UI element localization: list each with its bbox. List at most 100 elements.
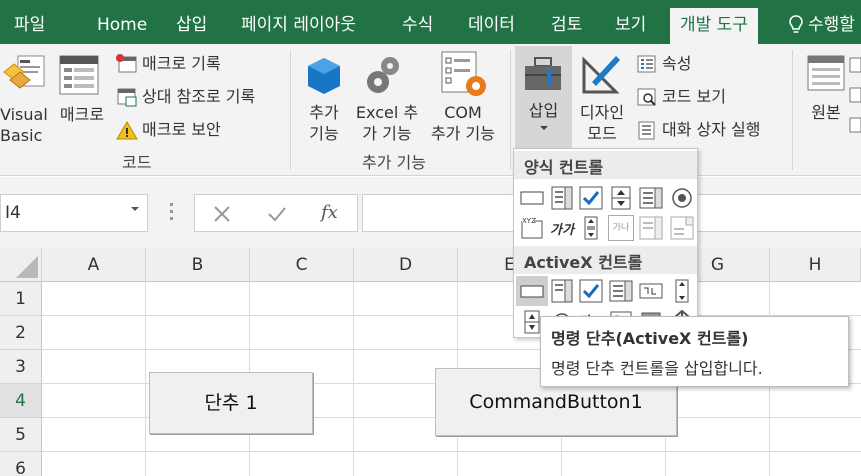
- activex-list-box-icon[interactable]: [608, 278, 634, 304]
- design-mode-label-2: 모드: [587, 124, 617, 143]
- record-macro-icon: [116, 54, 137, 73]
- relative-reference-label: 상대 참조로 기록: [142, 87, 256, 106]
- visual-basic-label-1: Visual: [0, 105, 48, 124]
- macro-security-label: 매크로 보안: [142, 120, 221, 139]
- activex-checkbox-icon[interactable]: [578, 278, 604, 304]
- xml-small-icons: [849, 57, 861, 133]
- run-dialog-icon: [638, 121, 655, 140]
- column-header-c[interactable]: C: [250, 248, 354, 282]
- view-code-label: 코드 보기: [662, 87, 726, 106]
- column-header-b[interactable]: B: [146, 248, 250, 282]
- cancel-icon[interactable]: [213, 205, 231, 223]
- row-header-6[interactable]: 6: [0, 452, 42, 476]
- form-spin-button-icon[interactable]: [608, 185, 634, 211]
- tab-developer[interactable]: 개발 도구: [670, 8, 758, 44]
- row-header-5[interactable]: 5: [0, 418, 42, 452]
- insert-controls-button[interactable]: 삽입: [515, 46, 572, 148]
- excel-add-ins-button[interactable]: Excel 추 가 기능: [354, 102, 420, 144]
- com-add-ins-button[interactable]: COM 추가 기능: [424, 102, 502, 144]
- form-label-control[interactable]: 가가: [550, 219, 574, 238]
- group-separator: [510, 50, 511, 170]
- column-header-a[interactable]: A: [42, 248, 146, 282]
- formula-bar-resize-handle[interactable]: [170, 203, 174, 223]
- form-combo-dropdown-edit-icon[interactable]: [669, 215, 695, 241]
- form-combo-box-icon[interactable]: [549, 185, 575, 211]
- select-all-triangle-icon: [16, 256, 38, 278]
- xml-source-icon: [807, 55, 845, 91]
- form-combo-list-edit-icon[interactable]: [638, 215, 664, 241]
- tab-review[interactable]: 검토: [551, 10, 582, 44]
- chevron-down-icon[interactable]: [131, 207, 139, 211]
- tab-view[interactable]: 보기: [615, 10, 646, 44]
- add-ins-label-2: 기능: [309, 124, 339, 143]
- row-header-3[interactable]: 3: [0, 350, 42, 384]
- run-dialog-label: 대화 상자 실행: [662, 120, 761, 139]
- activex-scroll-bar-icon[interactable]: [669, 278, 695, 304]
- record-macro-label: 매크로 기록: [142, 54, 221, 73]
- excel-add-ins-icon: [367, 57, 399, 93]
- macros-icon: [59, 55, 99, 95]
- add-ins-group-label: 추가 기능: [362, 153, 426, 172]
- macros-button[interactable]: 매크로: [54, 104, 110, 125]
- insert-controls-dropdown: 양식 컨트롤 XYZ 가가 가나 ActiveX 컨트롤: [513, 148, 698, 338]
- warning-icon: [116, 121, 138, 140]
- tooltip: 명령 단추(ActiveX 컨트롤) 명령 단추 컨트롤을 삽입합니다.: [540, 316, 849, 387]
- design-mode-icon: [582, 56, 620, 94]
- form-text-field-control[interactable]: 가나: [608, 215, 634, 241]
- visual-basic-label-2: Basic: [0, 126, 43, 145]
- column-header-h[interactable]: H: [770, 248, 861, 282]
- gridline: [353, 282, 354, 476]
- enter-check-icon[interactable]: [267, 205, 287, 223]
- xml-source-button[interactable]: 원본: [802, 102, 850, 123]
- row-header-4[interactable]: 4: [0, 384, 42, 418]
- activex-combo-box-icon[interactable]: [549, 278, 575, 304]
- chevron-down-icon: [540, 126, 548, 130]
- form-scroll-bar-icon[interactable]: [578, 215, 604, 241]
- com-add-ins-label-1: COM: [444, 103, 482, 122]
- row-header-2[interactable]: 2: [0, 316, 42, 350]
- activex-command-button-control[interactable]: [516, 276, 548, 306]
- formula-bar: I4 fx: [0, 177, 861, 248]
- form-group-box-icon[interactable]: XYZ: [519, 215, 545, 241]
- com-add-ins-icon: [441, 51, 486, 96]
- properties-icon: [637, 55, 656, 73]
- column-header-d[interactable]: D: [354, 248, 458, 282]
- insert-controls-label: 삽입: [528, 101, 559, 120]
- gridline: [145, 282, 146, 476]
- com-add-ins-label-2: 추가 기능: [431, 124, 495, 143]
- form-checkbox-icon[interactable]: [578, 185, 604, 211]
- tab-file[interactable]: 파일: [14, 10, 45, 44]
- form-list-box-icon[interactable]: [638, 185, 664, 211]
- group-separator: [290, 50, 291, 170]
- view-code-icon: [637, 88, 656, 106]
- form-button-control-icon[interactable]: [519, 185, 545, 211]
- form-button[interactable]: 단추 1: [149, 372, 313, 434]
- svg-text:XYZ: XYZ: [522, 217, 536, 225]
- row-header-1[interactable]: 1: [0, 282, 42, 316]
- command-button-icon: [520, 285, 544, 298]
- insert-function-button[interactable]: fx: [321, 202, 338, 223]
- tab-data[interactable]: 데이터: [468, 10, 515, 44]
- group-separator: [792, 50, 793, 170]
- tab-formulas[interactable]: 수식: [402, 10, 433, 44]
- activex-text-box-icon[interactable]: [638, 278, 664, 304]
- relative-reference-icon: [117, 88, 137, 107]
- visual-basic-button[interactable]: Visual Basic: [0, 104, 48, 146]
- select-all-corner[interactable]: [0, 248, 42, 282]
- lightbulb-icon: [789, 15, 803, 33]
- ribbon: Visual Basic 매크로 매크로 기록 상대 참조로 기록 매크로 보안…: [0, 44, 861, 176]
- tab-home[interactable]: Home: [97, 10, 147, 44]
- add-ins-icon: [308, 58, 340, 94]
- name-box-value: I4: [5, 203, 21, 223]
- tab-page-layout[interactable]: 페이지 레이아웃: [241, 10, 356, 44]
- form-option-button-icon[interactable]: [669, 185, 695, 211]
- code-group-label: 코드: [122, 153, 152, 172]
- name-box[interactable]: I4: [0, 194, 148, 232]
- design-mode-button[interactable]: 디자인 모드: [572, 102, 632, 144]
- excel-add-ins-label-2: 가 기능: [362, 124, 412, 143]
- ribbon-tab-bar: 파일 Home 삽입 페이지 레이아웃 수식 데이터 검토 보기 개발 도구 수…: [0, 0, 861, 44]
- tooltip-description: 명령 단추 컨트롤을 삽입합니다.: [551, 359, 763, 378]
- tell-me-search[interactable]: 수행할: [808, 10, 855, 44]
- add-ins-button[interactable]: 추가 기능: [300, 102, 348, 144]
- tab-insert[interactable]: 삽입: [176, 10, 207, 44]
